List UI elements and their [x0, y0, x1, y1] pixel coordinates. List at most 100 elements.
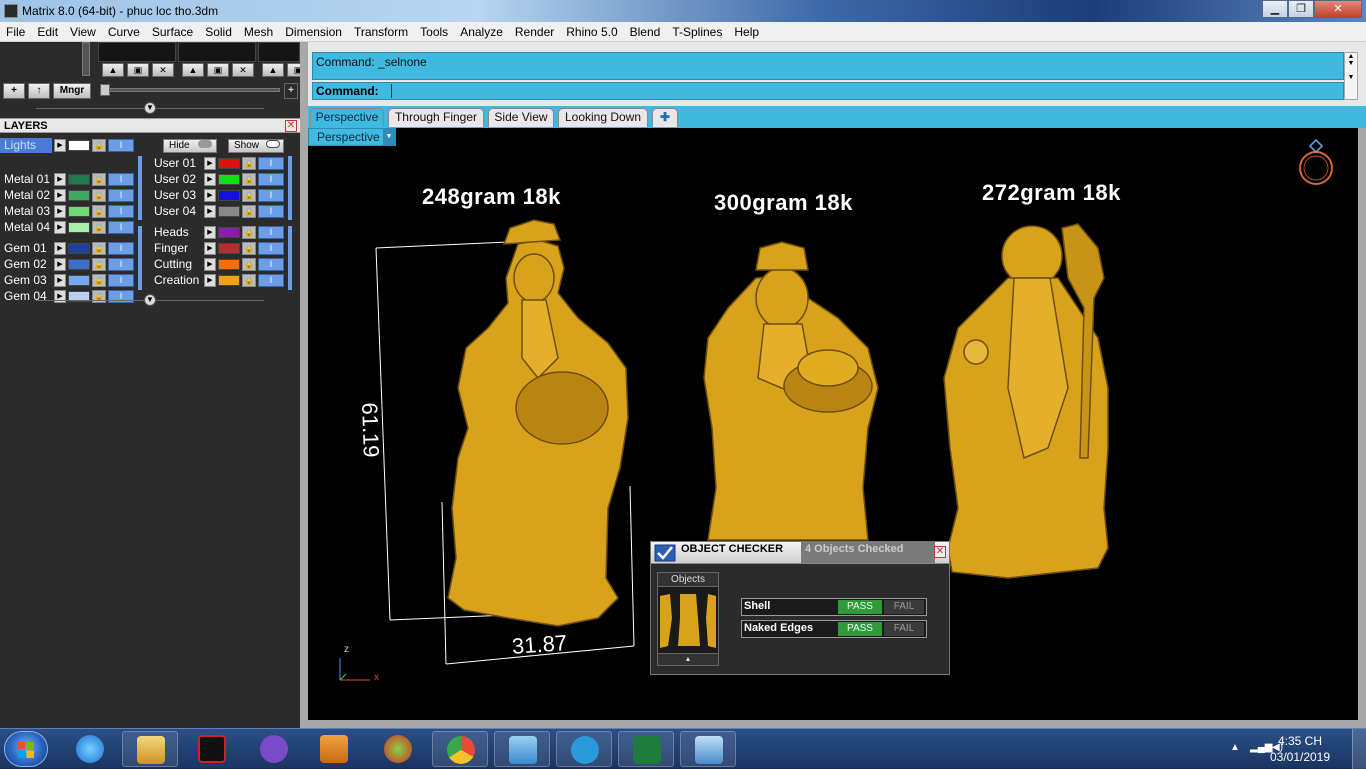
layer-visibility-toggle[interactable]: I [108, 274, 134, 287]
gallery-thumb[interactable] [258, 42, 300, 62]
layer-row[interactable]: Cutting ▶ 🔒 I [150, 257, 290, 272]
clock[interactable]: 4:35 CH 03/01/2019 [1260, 733, 1340, 765]
taskbar-media[interactable] [306, 731, 362, 767]
slider-track[interactable] [100, 88, 280, 92]
layer-visibility-toggle[interactable]: I [258, 242, 284, 255]
layer-visibility-toggle[interactable]: I [258, 226, 284, 239]
layer-color-swatch[interactable] [218, 190, 240, 201]
layer-row[interactable]: Gem 03 ▶ 🔒 I [0, 273, 140, 288]
tab-through-finger[interactable]: Through Finger [388, 108, 484, 127]
taskbar-explorer[interactable] [122, 731, 178, 767]
thumb-save-button[interactable]: ▣ [207, 63, 229, 77]
layer-expand-icon[interactable]: ▶ [54, 173, 66, 186]
layer-name[interactable]: User 03 [150, 188, 202, 203]
layer-lock-icon[interactable]: 🔒 [92, 274, 106, 287]
layer-visibility-toggle[interactable]: I [108, 189, 134, 202]
layer-expand-icon[interactable]: ▶ [204, 157, 216, 170]
layer-lock-icon[interactable]: 🔒 [92, 139, 106, 152]
add-button[interactable]: + [3, 83, 25, 99]
layer-name[interactable]: Cutting [150, 257, 202, 272]
menu-dimension[interactable]: Dimension [279, 22, 348, 42]
layer-expand-icon[interactable]: ▶ [54, 139, 66, 152]
layer-expand-icon[interactable]: ▶ [54, 242, 66, 255]
layer-lock-icon[interactable]: 🔒 [92, 189, 106, 202]
show-button[interactable]: Show [228, 139, 284, 153]
thumb-delete-button[interactable]: ✕ [152, 63, 174, 77]
layer-name[interactable]: User 01 [150, 156, 202, 171]
manager-button[interactable]: Mngr [53, 83, 91, 99]
layer-row[interactable]: Creation ▶ 🔒 I [150, 273, 290, 288]
checker-close-button[interactable]: ✕ [934, 546, 946, 558]
layer-color-swatch[interactable] [68, 259, 90, 270]
minimize-button[interactable]: ▁ [1262, 0, 1288, 18]
layer-expand-icon[interactable]: ▶ [204, 258, 216, 271]
layer-lock-icon[interactable]: 🔒 [92, 242, 106, 255]
layer-row[interactable]: Metal 01 ▶ 🔒 I [0, 172, 140, 187]
layer-lock-icon[interactable]: 🔒 [92, 221, 106, 234]
tab-looking-down[interactable]: Looking Down [558, 108, 648, 127]
collapse-toggle[interactable]: ▼ [144, 294, 156, 306]
layer-name[interactable]: User 02 [150, 172, 202, 187]
layer-expand-icon[interactable]: ▶ [54, 258, 66, 271]
menu-blend[interactable]: Blend [624, 22, 667, 42]
layer-lock-icon[interactable]: 🔒 [92, 258, 106, 271]
gallery-thumb[interactable] [178, 42, 256, 62]
layer-expand-icon[interactable]: ▶ [204, 205, 216, 218]
taskbar-chrome[interactable] [432, 731, 488, 767]
layer-visibility-toggle[interactable]: I [108, 258, 134, 271]
menu-transform[interactable]: Transform [348, 22, 414, 42]
layer-color-swatch[interactable] [218, 227, 240, 238]
taskbar-excel[interactable] [618, 731, 674, 767]
layer-color-swatch[interactable] [68, 206, 90, 217]
gallery-scrollbar[interactable] [82, 42, 90, 76]
layer-name[interactable]: Heads [150, 225, 202, 240]
layer-name[interactable]: Metal 02 [0, 188, 52, 203]
layers-close-button[interactable]: ✕ [285, 120, 297, 132]
command-input[interactable] [391, 84, 1331, 98]
layer-expand-icon[interactable]: ▶ [54, 221, 66, 234]
thumb-up-button[interactable]: ▲ [182, 63, 204, 77]
layer-name[interactable]: Metal 01 [0, 172, 52, 187]
layer-row[interactable]: Heads ▶ 🔒 I [150, 225, 290, 240]
tab-perspective[interactable]: Perspective [310, 108, 384, 127]
layer-row[interactable]: Metal 03 ▶ 🔒 I [0, 204, 140, 219]
restore-button[interactable]: ❐ [1288, 0, 1314, 18]
layer-visibility-toggle[interactable]: I [108, 173, 134, 186]
layer-expand-icon[interactable]: ▶ [204, 189, 216, 202]
taskbar-control-panel[interactable] [494, 731, 550, 767]
menu-edit[interactable]: Edit [31, 22, 64, 42]
layer-row[interactable]: Metal 04 ▶ 🔒 I [0, 220, 140, 235]
thumb-save-button[interactable]: ▣ [127, 63, 149, 77]
layer-lock-icon[interactable]: 🔒 [242, 274, 256, 287]
layer-color-swatch[interactable] [68, 243, 90, 254]
objects-scroll-up-icon[interactable]: ▲ [658, 653, 718, 665]
layer-color-swatch[interactable] [68, 140, 90, 151]
menu-analyze[interactable]: Analyze [454, 22, 509, 42]
menu-render[interactable]: Render [509, 22, 560, 42]
tab-side-view[interactable]: Side View [488, 108, 554, 127]
layer-lock-icon[interactable]: 🔒 [242, 258, 256, 271]
layer-lock-icon[interactable]: 🔒 [242, 242, 256, 255]
thumb-delete-button[interactable]: ✕ [232, 63, 254, 77]
layer-row[interactable]: User 01 ▶ 🔒 I [150, 156, 290, 171]
layer-name[interactable]: Gem 01 [0, 241, 52, 256]
command-scrollbar[interactable]: ▲ ▼ ▼ [1344, 52, 1358, 100]
layer-color-swatch[interactable] [68, 222, 90, 233]
taskbar-viber[interactable] [246, 731, 302, 767]
layer-lock-icon[interactable]: 🔒 [242, 173, 256, 186]
layer-row[interactable]: User 03 ▶ 🔒 I [150, 188, 290, 203]
layer-name[interactable]: Metal 03 [0, 204, 52, 219]
layer-color-swatch[interactable] [68, 275, 90, 286]
layer-row[interactable]: Gem 01 ▶ 🔒 I [0, 241, 140, 256]
menu-solid[interactable]: Solid [199, 22, 238, 42]
layer-row[interactable]: User 02 ▶ 🔒 I [150, 172, 290, 187]
layer-name[interactable]: Lights [0, 138, 52, 153]
layer-name[interactable]: Metal 04 [0, 220, 52, 235]
objects-preview[interactable]: Objects ▲ [657, 572, 719, 666]
layer-visibility-toggle[interactable]: I [258, 258, 284, 271]
show-desktop-button[interactable] [1352, 729, 1366, 769]
layer-visibility-toggle[interactable]: I [108, 205, 134, 218]
layer-visibility-toggle[interactable]: I [258, 173, 284, 186]
layer-expand-icon[interactable]: ▶ [204, 274, 216, 287]
menu-tsplines[interactable]: T-Splines [666, 22, 728, 42]
